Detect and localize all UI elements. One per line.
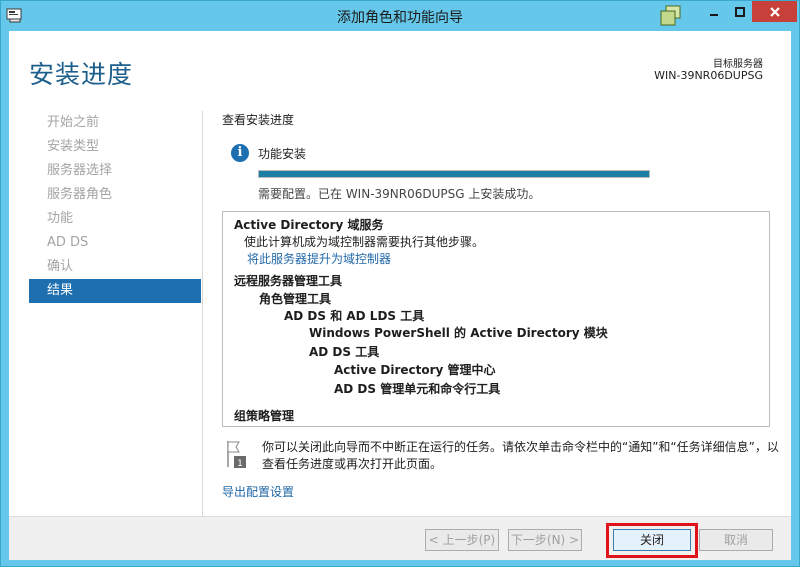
wizard-nav: 开始之前 安装类型 服务器选择 服务器角色 功能 AD DS 确认 结果 [29, 111, 201, 303]
wizard-footer: < 上一步(P) 下一步(N) > 关闭 取消 [9, 516, 791, 560]
window-close-button[interactable] [752, 1, 797, 22]
wizard-client-area: 安装进度 目标服务器 WIN-39NR06DUPSG 开始之前 安装类型 服务器… [9, 31, 791, 560]
target-server-label: 目标服务器 [713, 59, 763, 70]
minimize-icon [710, 13, 718, 16]
export-config-link[interactable]: 导出配置设置 [222, 483, 294, 500]
result-item: Windows PowerShell 的 Active Directory 模块 [309, 326, 608, 340]
progress-fill [259, 171, 649, 177]
nav-item-ad-ds[interactable]: AD DS [29, 231, 201, 255]
maximize-icon [734, 6, 745, 17]
result-item: Active Directory 域服务 [234, 218, 384, 232]
nav-item-installation-type[interactable]: 安装类型 [29, 135, 201, 159]
highlight-box [606, 523, 698, 558]
nav-item-server-roles[interactable]: 服务器角色 [29, 183, 201, 207]
task-view-icon [658, 5, 684, 27]
flag-badge-number: 1 [237, 459, 243, 469]
result-item: 远程服务器管理工具 [234, 274, 343, 288]
target-server-name: WIN-39NR06DUPSG [654, 69, 763, 82]
close-note-text: 你可以关闭此向导而不中断正在运行的任务。请依次单击命令栏中的“通知”和“任务详细… [262, 440, 779, 471]
cancel-button[interactable]: 取消 [699, 529, 773, 551]
result-item: Active Directory 管理中心 [334, 363, 496, 377]
result-item: AD DS 和 AD LDS 工具 [284, 309, 425, 323]
info-icon: i [231, 144, 249, 162]
promote-dc-link[interactable]: 将此服务器提升为域控制器 [247, 250, 391, 267]
nav-item-confirmation[interactable]: 确认 [29, 255, 201, 279]
nav-item-before-you-begin[interactable]: 开始之前 [29, 111, 201, 135]
install-progress-bar [258, 170, 650, 178]
result-item: AD DS 管理单元和命令行工具 [334, 382, 501, 396]
nav-item-features[interactable]: 功能 [29, 207, 201, 231]
page-title: 安装进度 [29, 60, 134, 89]
result-item: AD DS 工具 [309, 345, 380, 359]
result-item: 角色管理工具 [259, 292, 332, 306]
install-status-text: 需要配置。已在 WIN-39NR06DUPSG 上安装成功。 [258, 187, 541, 201]
nav-item-results[interactable]: 结果 [29, 279, 201, 303]
feature-install-label: 功能安装 [258, 147, 307, 161]
content-pane: 查看安装进度 i 功能安装 需要配置。已在 WIN-39NR06DUPSG 上安… [222, 109, 782, 499]
wizard-window: 添加角色和功能向导 安装进度 目标服务器 WIN-39NR06DUPSG 开始之… [0, 0, 800, 567]
result-item: 组策略管理 [234, 409, 295, 423]
flag-icon: 1 [225, 439, 247, 469]
results-list[interactable]: Active Directory 域服务 使此计算机成为域控制器需要执行其他步骤… [222, 211, 770, 427]
next-button[interactable]: 下一步(N) > [508, 529, 582, 551]
title-bar[interactable]: 添加角色和功能向导 [1, 1, 799, 31]
minimize-button[interactable] [701, 1, 727, 22]
close-icon [769, 6, 780, 17]
maximize-button[interactable] [727, 1, 752, 22]
previous-button[interactable]: < 上一步(P) [425, 529, 499, 551]
nav-item-server-selection[interactable]: 服务器选择 [29, 159, 201, 183]
nav-divider [202, 111, 203, 516]
section-heading: 查看安装进度 [222, 113, 295, 127]
result-item: 使此计算机成为域控制器需要执行其他步骤。 [244, 235, 485, 249]
